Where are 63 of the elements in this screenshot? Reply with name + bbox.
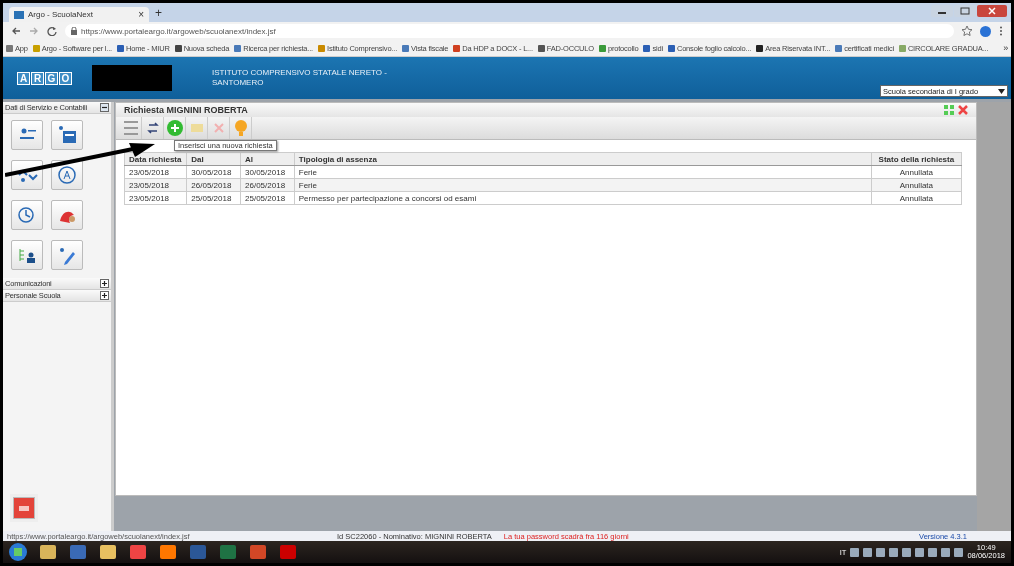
table-cell: Annullata: [871, 191, 962, 205]
bookmark-icon: [402, 44, 409, 52]
reload-icon[interactable]: [47, 26, 57, 36]
bookmark-icon: [318, 44, 325, 52]
star-icon[interactable]: [962, 26, 972, 36]
school-name: ISTITUTO COMPRENSIVO STATALE NERETO - SANTOMERO: [212, 68, 388, 88]
new-tab-button[interactable]: +: [155, 5, 162, 20]
start-button-icon[interactable]: [9, 543, 27, 561]
table-cell: 23/05/2018: [124, 165, 187, 179]
back-arrow-icon[interactable]: [11, 26, 21, 36]
bookmark-icon: [643, 44, 651, 52]
bookmark-icon: [453, 44, 461, 52]
bookmark-icon: [598, 44, 606, 52]
exit-button[interactable]: [13, 497, 35, 519]
minimize-icon[interactable]: [931, 5, 953, 17]
column-header: Tipologia di assenza: [294, 152, 872, 166]
bookmark-icon: [32, 44, 40, 52]
table-cell: Permesso per partecipazione a concorsi od esami: [294, 191, 872, 205]
close-icon[interactable]: [977, 5, 1007, 17]
table-cell: 30/05/2018: [240, 165, 295, 179]
table-cell: Annullata: [871, 165, 962, 179]
bookmark-icon: [6, 44, 13, 52]
sidebar-tile-button[interactable]: [11, 120, 43, 150]
function-icon: [56, 125, 78, 145]
table-cell: 25/05/2018: [240, 191, 295, 205]
exit-icon: [19, 505, 29, 511]
function-icon: [56, 165, 78, 185]
bookmark-icon: [756, 44, 764, 52]
close-icon[interactable]: [958, 105, 968, 115]
dropdown-caret-icon: [998, 88, 1005, 94]
tab-close-button[interactable]: ×: [138, 9, 144, 20]
profile-avatar-icon[interactable]: [980, 25, 991, 37]
table-cell: 30/05/2018: [186, 165, 241, 179]
table-cell: 23/05/2018: [124, 191, 187, 205]
bookmark-icon: [667, 44, 675, 52]
tab-title: Argo - ScuolaNext: [28, 10, 94, 19]
argo-logo: A R G O: [17, 71, 72, 85]
bookmark-icon: [537, 44, 545, 52]
bookmark-icon: [174, 44, 182, 52]
sidebar-tile-button[interactable]: [11, 240, 43, 270]
panel-title: Richiesta MIGNINI ROBERTA: [124, 105, 248, 115]
column-header: Stato della richiesta: [871, 152, 962, 166]
add-icon: [164, 118, 185, 138]
column-header: Dal: [186, 152, 241, 166]
sidebar-tile-button[interactable]: [51, 120, 83, 150]
table-cell: Ferie: [294, 165, 872, 179]
site-icon: [14, 10, 24, 19]
sidebar-tile-button[interactable]: [51, 200, 83, 230]
bookmark-icon: [234, 44, 242, 52]
browser-tab[interactable]: Argo - ScuolaNext ×: [9, 7, 149, 22]
bookmark-icon: [898, 44, 906, 52]
sidebar-tile-button[interactable]: [51, 240, 83, 270]
column-header: Data richiesta: [124, 152, 187, 166]
menu-icon[interactable]: [999, 26, 1003, 36]
column-header: Al: [240, 152, 295, 166]
address-field[interactable]: https://www.portaleargo.it/argoweb/scuolanext/index.jsf: [65, 24, 954, 38]
bookmark-icon: [117, 44, 124, 52]
table-cell: 25/05/2018: [186, 191, 241, 205]
lock-icon: [71, 27, 77, 35]
add-button[interactable]: [164, 117, 186, 139]
sidebar-tile-button[interactable]: [11, 200, 43, 230]
bookmark-icon: [835, 44, 843, 52]
more-bookmarks-button[interactable]: »: [1003, 43, 1008, 53]
